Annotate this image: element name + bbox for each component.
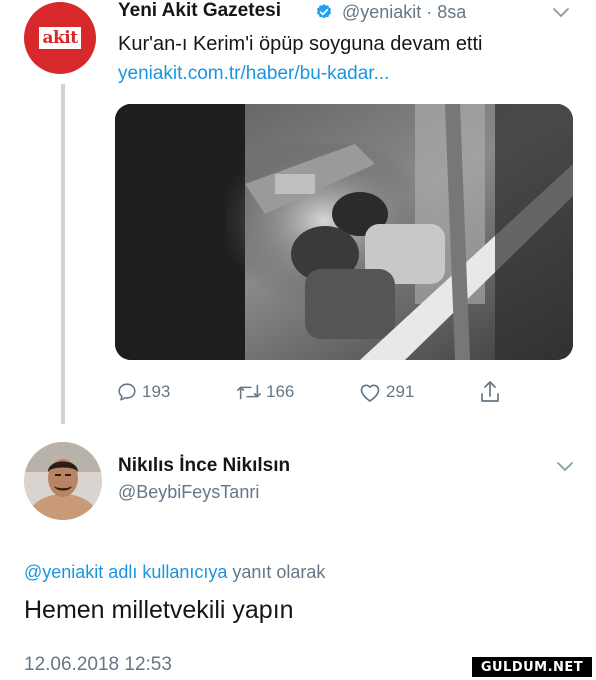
chevron-down-icon[interactable] — [552, 6, 570, 20]
tweet-handle-time[interactable]: @yeniakit · 8sa — [342, 2, 466, 23]
thread-connector-line — [61, 84, 65, 424]
reply-handle[interactable]: @BeybiFeysTanri — [118, 482, 259, 503]
reply-count: 193 — [142, 382, 171, 401]
like-action[interactable]: 291 — [358, 376, 414, 408]
akit-logo: akit — [39, 27, 81, 49]
tweet-link[interactable]: yeniakit.com.tr/haber/bu-kadar... — [118, 63, 389, 85]
user-photo — [24, 442, 102, 520]
retweet-icon — [237, 384, 261, 400]
share-icon — [481, 381, 499, 402]
reply-icon — [118, 383, 136, 401]
verified-badge-icon — [316, 4, 332, 19]
avatar-reply-user[interactable] — [24, 442, 102, 520]
reply-action[interactable]: 193 — [116, 376, 170, 408]
like-icon — [360, 384, 380, 402]
cctv-photo — [115, 104, 573, 360]
retweet-action[interactable]: 166 — [236, 376, 294, 408]
chevron-down-icon[interactable] — [556, 460, 574, 474]
replying-to-suffix: yanıt olarak — [227, 562, 326, 582]
reply-text: Hemen milletvekili yapın — [24, 596, 294, 624]
replying-to-mention[interactable]: @yeniakit adlı kullanıcıya — [24, 562, 227, 582]
retweet-count: 166 — [266, 382, 295, 401]
like-count: 291 — [386, 382, 415, 401]
tweet-media-image[interactable] — [115, 104, 573, 360]
reply-timestamp: 12.06.2018 12:53 — [24, 654, 172, 675]
replying-to-line: @yeniakit adlı kullanıcıya yanıt olarak — [24, 562, 325, 583]
tweet-author-name[interactable]: Yeni Akit Gazetesi — [118, 0, 281, 22]
reply-author-name[interactable]: Nikılıs İnce Nikılsın — [118, 455, 290, 477]
tweet-text: Kur'an-ı Kerim'i öpüp soyguna devam etti — [118, 33, 483, 55]
avatar-yeni-akit[interactable]: akit — [24, 2, 96, 74]
share-action[interactable] — [478, 376, 502, 408]
watermark: GULDUM.NET — [472, 657, 592, 677]
